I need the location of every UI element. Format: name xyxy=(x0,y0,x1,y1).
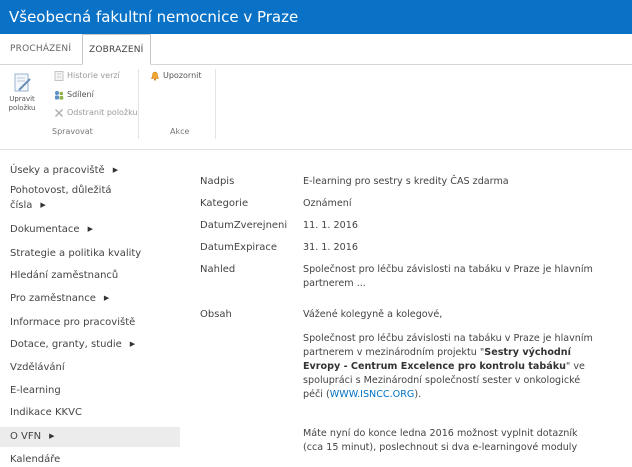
field-value-kategorie: Oznámení xyxy=(303,198,352,209)
field-label-obsah: Obsah xyxy=(200,309,232,320)
bell-icon xyxy=(151,71,159,81)
nav-item-label: Strategie a politika kvality xyxy=(10,248,142,259)
field-value-datum-expirace: 31. 1. 2016 xyxy=(303,242,358,253)
field-value-nadpis: E-learning pro sestry s kredity ČAS zdar… xyxy=(303,176,509,187)
obsah-line: spolupráci s Mezinárodní společností ses… xyxy=(303,375,581,386)
left-navigation: Úseky a pracoviště ▶ Pohotovost, důležitá… xyxy=(0,149,180,466)
nav-item-label: O VFN xyxy=(10,431,42,442)
nav-item-pro-zamestnance[interactable]: Pro zaměstnance ▶ xyxy=(10,291,180,307)
nav-item-label: Vzdělávání xyxy=(10,362,65,373)
nav-item-indikace[interactable]: Indikace KKVC xyxy=(10,405,180,420)
nav-item-dokumentace[interactable]: Dokumentace ▶ xyxy=(10,222,180,238)
nav-item-dotace[interactable]: Dotace, granty, studie ▶ xyxy=(10,337,180,353)
obsah-line: Máte nyní do konce ledna 2016 možnost vy… xyxy=(303,428,578,439)
field-label-nahled: Nahled xyxy=(200,264,236,275)
field-label-datum-zverejneni: DatumZverejneni xyxy=(200,220,288,231)
ribbon: Upravit položku Historie verzí Sdílení O… xyxy=(0,65,632,150)
nav-item-label-line2: čísla xyxy=(10,200,33,211)
nav-arrow-icon: ▶ xyxy=(40,201,46,209)
nav-item-hledani[interactable]: Hledání zaměstnanců xyxy=(10,268,180,283)
nav-item-elearning[interactable]: E-learning xyxy=(10,383,180,398)
nav-item-label: Dokumentace xyxy=(10,224,80,235)
field-value-obsah: Vážené kolegyně a kolegové, xyxy=(303,309,443,320)
nav-item-pohotovost[interactable]: Pohotovost, důležitá čísla ▶ xyxy=(10,183,180,214)
version-history-label: Historie verzí xyxy=(67,71,120,80)
obsah-text: " ve xyxy=(565,361,585,372)
tab-browse[interactable]: PROCHÁZENÍ xyxy=(6,34,75,64)
nahled-line: Společnost pro léčbu závislosti na tabák… xyxy=(303,264,593,275)
obsah-text: péči ( xyxy=(303,389,330,400)
nav-item-informace[interactable]: Informace pro pracoviště xyxy=(10,315,180,330)
nav-arrow-icon: ▶ xyxy=(49,432,55,440)
nav-arrow-icon: ▶ xyxy=(103,294,110,302)
tab-view[interactable]: ZOBRAZENÍ xyxy=(82,34,151,65)
nav-item-label: Kalendáře xyxy=(10,454,61,465)
nav-item-strategie[interactable]: Strategie a politika kvality xyxy=(10,246,180,261)
nav-item-label: Indikace KKVC xyxy=(10,407,82,418)
ribbon-divider xyxy=(215,69,216,139)
obsah-bold-text: Evropy - Centrum Excelence pro kontrolu … xyxy=(303,361,566,372)
nav-arrow-icon: ▶ xyxy=(87,225,93,233)
site-header: Všeobecná fakultní nemocnice v Praze xyxy=(0,0,632,34)
nav-item-label: Úseky a pracoviště xyxy=(10,165,105,176)
isncc-link[interactable]: WWW.ISNCC.ORG xyxy=(330,389,415,400)
nav-item-label: Pohotovost, důležitá xyxy=(10,185,112,196)
actions-group-label: Akce xyxy=(170,127,190,136)
obsah-text: ). xyxy=(414,389,422,400)
edit-item-label: Upravit položku xyxy=(8,95,36,112)
nav-item-vzdelavani[interactable]: Vzdělávání xyxy=(10,360,180,375)
nav-arrow-icon: ▶ xyxy=(112,166,119,174)
nav-item-label: Informace pro pracoviště xyxy=(10,317,136,328)
field-value-nahled: Společnost pro léčbu závislosti na tabák… xyxy=(303,263,617,291)
obsah-line: Společnost pro léčbu závislosti na tabák… xyxy=(303,333,593,344)
nav-item-label: E-learning xyxy=(10,385,61,396)
delete-x-icon xyxy=(54,108,64,118)
nahled-line: partnerem ... xyxy=(303,278,366,289)
nav-item-o-vfn[interactable]: O VFN ▶ xyxy=(0,427,180,447)
obsah-text: partnerem v mezinárodním projektu " xyxy=(303,347,485,358)
share-people-icon xyxy=(55,91,64,100)
field-label-kategorie: Kategorie xyxy=(200,198,249,209)
history-icon xyxy=(54,71,64,81)
edit-item-icon xyxy=(14,73,31,92)
obsah-line: (cca 15 minut), poslechnout si dva e-lea… xyxy=(303,442,578,453)
obsah-bold-text: Sestry východní xyxy=(484,347,571,358)
nav-item-label: Hledání zaměstnanců xyxy=(10,270,119,281)
field-label-nadpis: Nadpis xyxy=(200,176,235,187)
nav-arrow-icon: ▶ xyxy=(129,340,136,348)
edit-item-button[interactable]: Upravit položku xyxy=(4,71,40,131)
field-label-datum-expirace: DatumExpirace xyxy=(200,242,278,253)
manage-group-label: Spravovat xyxy=(52,127,93,136)
alert-me-label: Upozornit xyxy=(163,71,202,80)
site-title[interactable]: Všeobecná fakultní nemocnice v Praze xyxy=(9,8,298,26)
delete-item-label: Odstranit položku xyxy=(67,108,138,117)
nav-item-label: Dotace, granty, studie xyxy=(10,339,122,350)
field-value-datum-zverejneni: 11. 1. 2016 xyxy=(303,220,358,231)
obsah-paragraph-2: Máte nyní do konce ledna 2016 možnost vy… xyxy=(303,427,617,455)
share-label: Sdílení xyxy=(67,90,94,99)
obsah-paragraph-1: Společnost pro léčbu závislosti na tabák… xyxy=(303,332,617,402)
nav-item-kalendare[interactable]: Kalendáře xyxy=(10,452,180,467)
nav-item-label: Pro zaměstnance xyxy=(10,293,96,304)
item-details: Nadpis E-learning pro sestry s kredity Č… xyxy=(200,149,632,466)
nav-item-useky[interactable]: Úseky a pracoviště ▶ xyxy=(10,163,180,179)
ribbon-tabs: PROCHÁZENÍ ZOBRAZENÍ xyxy=(0,34,632,65)
ribbon-divider xyxy=(138,69,139,139)
